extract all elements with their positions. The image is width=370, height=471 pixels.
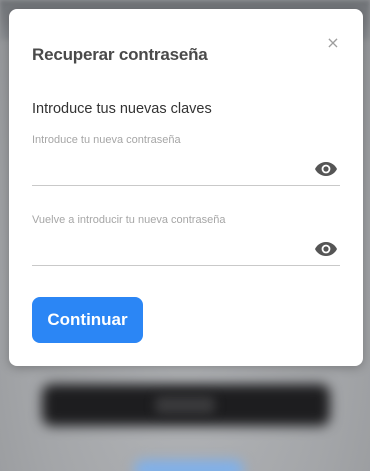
close-icon: × <box>326 33 340 52</box>
confirm-password-field: Vuelve a introducir tu nueva contraseña <box>32 214 340 266</box>
close-button[interactable]: × <box>325 33 341 53</box>
eye-icon <box>314 241 340 257</box>
confirm-password-input[interactable] <box>32 236 302 264</box>
eye-icon <box>314 161 340 177</box>
modal-title: Recuperar contraseña <box>32 45 208 64</box>
new-password-input[interactable] <box>32 156 302 184</box>
section-heading: Introduce tus nuevas claves <box>32 101 212 117</box>
continue-button[interactable]: Continuar <box>32 297 143 343</box>
background-dark-button-label <box>155 396 215 414</box>
password-recovery-modal: Recuperar contraseña × Introduce tus nue… <box>9 9 363 366</box>
toggle-confirm-visibility-button[interactable] <box>314 239 340 259</box>
confirm-password-label: Vuelve a introducir tu nueva contraseña <box>32 214 226 226</box>
new-password-underline <box>32 185 340 186</box>
background-link <box>134 460 244 471</box>
toggle-password-visibility-button[interactable] <box>314 159 340 179</box>
confirm-password-underline <box>32 265 340 266</box>
new-password-field: Introduce tu nueva contraseña <box>32 134 340 186</box>
new-password-label: Introduce tu nueva contraseña <box>32 134 181 146</box>
